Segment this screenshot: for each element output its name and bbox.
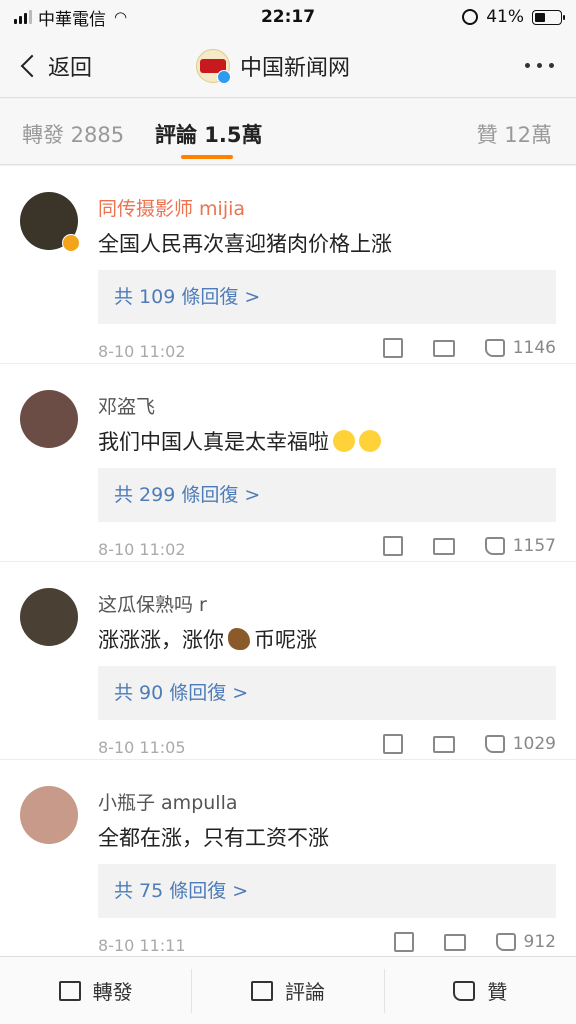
battery-percent: 41% (486, 7, 524, 27)
comment-username[interactable]: 同传摄影师 mijia (98, 194, 245, 221)
like-icon[interactable] (484, 735, 505, 753)
comment-item: 同传摄影师 mijia 全国人民再次喜迎猪肉价格上涨 共 109 條回復 > 8… (0, 166, 576, 364)
tab-comments[interactable]: 評論 1.5萬 (155, 119, 263, 149)
carrier-label: 中華電信 (38, 9, 106, 30)
share-icon[interactable] (382, 536, 403, 556)
share-icon[interactable] (382, 734, 403, 754)
tab-repost[interactable]: 轉發 2885 (22, 119, 124, 149)
comment-username[interactable]: 这瓜保熟吗 r (98, 590, 207, 617)
comment-text: 全国人民再次喜迎猪肉价格上涨 (98, 232, 392, 256)
share-icon[interactable] (382, 338, 403, 358)
comment-actions: 912 (393, 932, 556, 952)
back-label: 返回 (48, 55, 93, 81)
verified-badge-icon (217, 69, 231, 84)
comment-list[interactable]: 同传摄影师 mijia 全国人民再次喜迎猪肉价格上涨 共 109 條回復 > 8… (0, 166, 576, 956)
chevron-left-icon (20, 54, 44, 77)
account-avatar (196, 48, 231, 84)
account-name: 中国新闻网 (240, 55, 351, 81)
status-bar: 中華電信 ◠ 22:17 41% (0, 0, 576, 34)
avatar[interactable] (20, 786, 78, 844)
bottom-toolbar: 轉發 評論 贊 (0, 956, 576, 1024)
tab-bar: 轉發 2885 評論 1.5萬 贊 12萬 (0, 99, 576, 165)
grin-emoji-icon (333, 430, 355, 452)
grin-emoji-icon (359, 430, 381, 452)
view-replies-link[interactable]: 共 109 條回復 > (98, 270, 556, 324)
verified-badge-icon (62, 234, 80, 252)
nav-bar: 返回 中国新闻网 (0, 34, 576, 98)
like-button[interactable]: 贊 (383, 968, 576, 1013)
view-replies-link[interactable]: 共 75 條回復 > (98, 864, 556, 918)
like-icon[interactable] (495, 933, 516, 951)
repost-label: 轉發 (92, 980, 133, 1004)
more-options-button[interactable] (525, 63, 554, 68)
like-label: 贊 (487, 980, 508, 1004)
comment-text: 涨涨涨，涨你 币呢涨 (98, 628, 317, 652)
active-tab-indicator (181, 155, 233, 159)
comment-username[interactable]: 小瓶子 ampulla (98, 788, 238, 815)
comment-actions: 1146 (382, 338, 556, 358)
alarm-icon (462, 9, 479, 25)
view-replies-link[interactable]: 共 299 條回復 > (98, 468, 556, 522)
comment-time: 8-10 11:05 (98, 738, 186, 757)
comment-label: 評論 (284, 980, 325, 1004)
comment-time: 8-10 11:02 (98, 540, 186, 559)
wifi-icon: ◠ (114, 8, 128, 26)
comment-actions: 1029 (382, 734, 556, 754)
back-button[interactable]: 返回 (0, 50, 92, 82)
share-icon (58, 980, 81, 1001)
comment-actions: 1157 (382, 536, 556, 556)
signal-icon (14, 10, 32, 24)
reply-icon[interactable] (432, 537, 455, 555)
like-count: 912 (523, 932, 556, 952)
reply-icon[interactable] (443, 933, 466, 951)
comment-time: 8-10 11:02 (98, 342, 186, 361)
horse-emoji-icon (228, 628, 250, 650)
comment-time: 8-10 11:11 (98, 936, 186, 955)
avatar[interactable] (20, 192, 80, 252)
like-icon[interactable] (484, 537, 505, 555)
comment-text: 全都在涨，只有工资不涨 (98, 826, 329, 850)
comment-item: 这瓜保熟吗 r 涨涨涨，涨你 币呢涨 共 90 條回復 > 8-10 11:05 … (0, 562, 576, 760)
account-title[interactable]: 中国新闻网 (196, 48, 351, 84)
like-count: 1029 (512, 734, 556, 754)
avatar[interactable] (20, 390, 78, 448)
tab-likes[interactable]: 贊 12萬 (477, 119, 552, 149)
like-count: 1157 (512, 536, 556, 556)
comment-item: 小瓶子 ampulla 全都在涨，只有工资不涨 共 75 條回復 > 8-10 … (0, 760, 576, 956)
view-replies-link[interactable]: 共 90 條回復 > (98, 666, 556, 720)
repost-button[interactable]: 轉發 (0, 969, 191, 1013)
share-icon[interactable] (393, 932, 414, 952)
comment-username[interactable]: 邓盗飞 (98, 392, 155, 419)
like-icon (453, 980, 476, 1001)
like-count: 1146 (512, 338, 556, 358)
reply-icon[interactable] (432, 339, 455, 357)
battery-icon (532, 9, 565, 25)
comment-button[interactable]: 評論 (191, 968, 383, 1013)
avatar[interactable] (20, 588, 78, 646)
like-icon[interactable] (484, 339, 505, 357)
comment-text: 我们中国人真是太幸福啦 (98, 426, 381, 456)
comment-item: 邓盗飞 我们中国人真是太幸福啦 共 299 條回復 > 8-10 11:02 1… (0, 364, 576, 562)
comment-icon (250, 980, 273, 1001)
reply-icon[interactable] (432, 735, 455, 753)
